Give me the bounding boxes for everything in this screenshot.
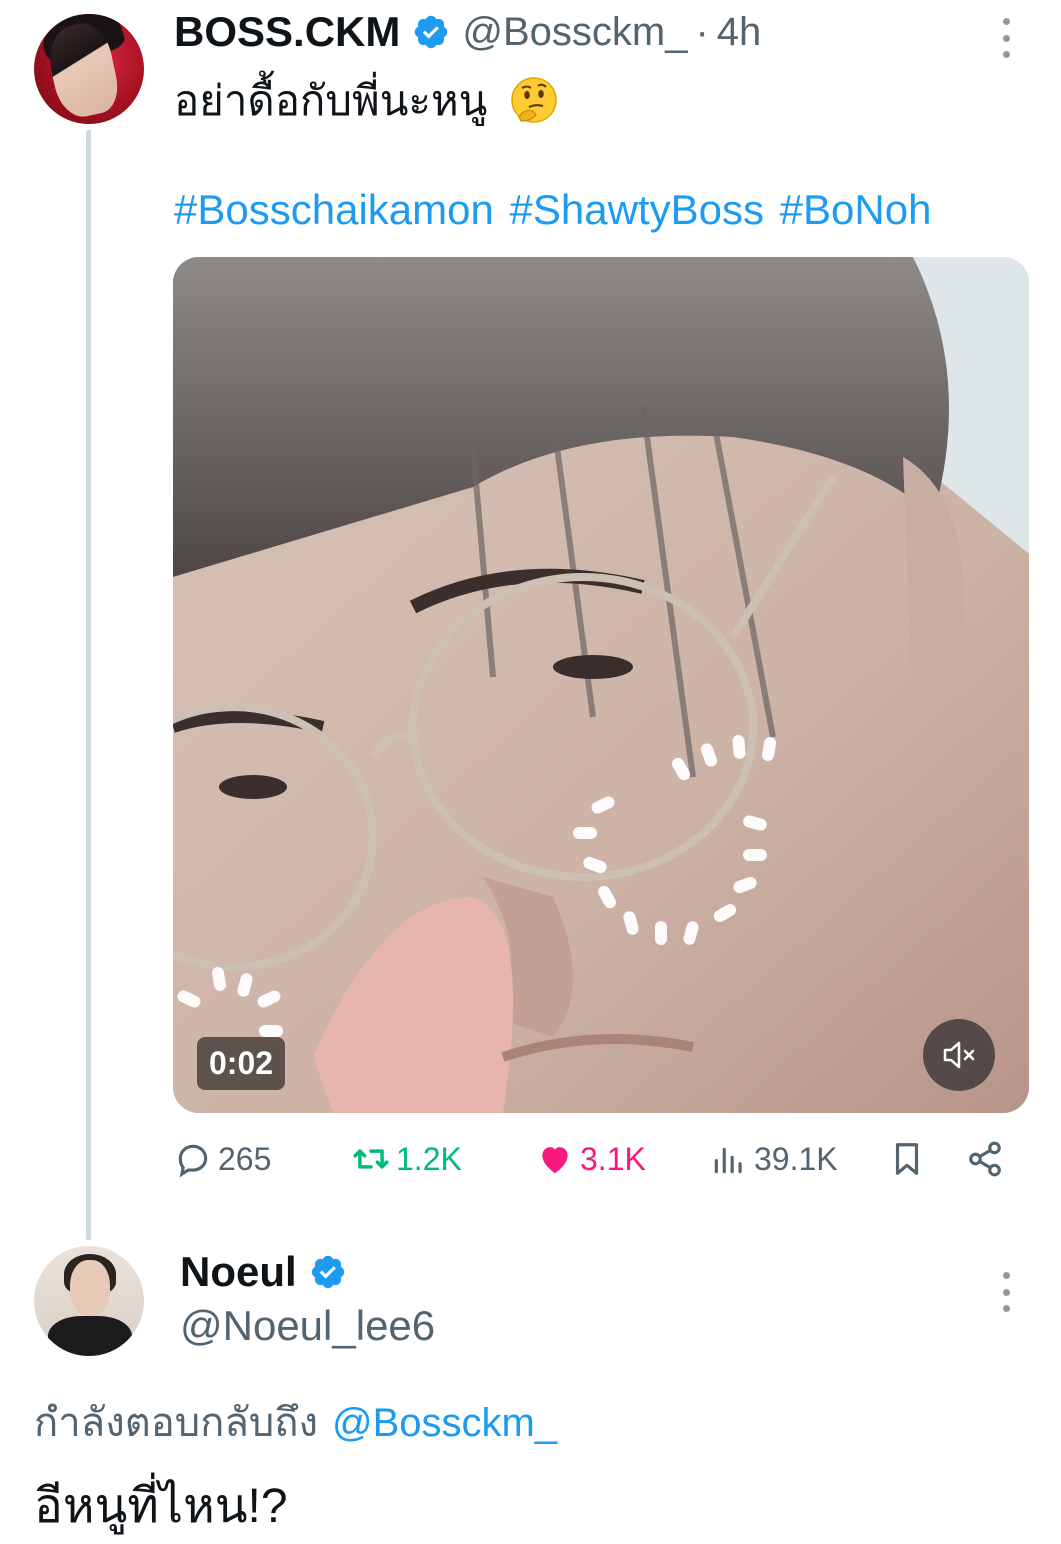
hashtag-link[interactable]: #BoNoh: [780, 186, 932, 233]
thinking-face-icon: [509, 75, 559, 125]
heart-filled-icon: [542, 1147, 568, 1174]
replying-to: กำลังตอบกลับถึง @Bossckm_: [34, 1390, 557, 1454]
reply-display-name[interactable]: Noeul: [180, 1248, 297, 1296]
avatar[interactable]: [34, 14, 144, 124]
share-button[interactable]: [966, 1140, 1010, 1178]
views-count: 39.1K: [754, 1140, 838, 1177]
timestamp[interactable]: 4h: [717, 10, 762, 55]
hashtags: #Bosschaikamon #ShawtyBoss #BoNoh: [174, 186, 935, 234]
bookmark-button[interactable]: [888, 1140, 932, 1178]
replying-to-mention[interactable]: @Bossckm_: [332, 1401, 557, 1445]
verified-badge-icon: [309, 1253, 347, 1291]
reply-button[interactable]: 265: [174, 1140, 271, 1178]
reply-icon: [178, 1144, 208, 1178]
video-duration: 0:02: [197, 1037, 286, 1090]
mute-toggle-button[interactable]: [923, 1019, 995, 1091]
retweet-icon: [353, 1149, 389, 1169]
verified-badge-icon: [412, 13, 450, 51]
share-icon: [969, 1141, 1001, 1177]
views-button[interactable]: 39.1K: [710, 1140, 838, 1178]
reply-avatar[interactable]: [34, 1246, 144, 1356]
speaker-muted-icon: [943, 1041, 975, 1069]
more-options-icon[interactable]: [998, 18, 1014, 58]
retweet-button[interactable]: 1.2K: [352, 1140, 462, 1178]
more-options-icon[interactable]: [998, 1272, 1014, 1312]
avatar-face: [70, 1260, 110, 1316]
replying-to-label: กำลังตอบกลับถึง: [34, 1401, 318, 1445]
hashtag-link[interactable]: #Bosschaikamon: [174, 186, 494, 233]
thread-connector-line: [86, 130, 91, 1240]
reply-header: Noeul: [180, 1248, 347, 1296]
reply-handle[interactable]: @Noeul_lee6: [180, 1302, 435, 1350]
separator: ·: [695, 9, 709, 54]
like-button[interactable]: 3.1K: [536, 1140, 646, 1178]
retweet-count: 1.2K: [396, 1140, 462, 1177]
video-player[interactable]: 0:02: [173, 257, 1029, 1113]
handle[interactable]: @Bossckm_: [462, 10, 687, 55]
display-name[interactable]: BOSS.CKM: [174, 8, 400, 56]
tweet-header: BOSS.CKM @Bossckm_ · 4h: [174, 8, 761, 56]
reply-count: 265: [218, 1140, 272, 1177]
views-chart-icon: [714, 1147, 742, 1174]
avatar-body: [48, 1316, 132, 1356]
hashtag-link[interactable]: #ShawtyBoss: [510, 186, 764, 233]
tweet-actions: 265 1.2K 3.1K 39.1K: [174, 1140, 1030, 1190]
tweet-text-content: อย่าดื้อกับพี่นะหนู: [174, 77, 488, 124]
reply-text: อีหนูที่ไหน!?: [34, 1480, 288, 1533]
video-frame: [173, 257, 1029, 1113]
tweet-text: อย่าดื้อกับพี่นะหนู: [174, 68, 559, 134]
like-count: 3.1K: [580, 1140, 646, 1177]
bookmark-icon: [895, 1143, 919, 1175]
